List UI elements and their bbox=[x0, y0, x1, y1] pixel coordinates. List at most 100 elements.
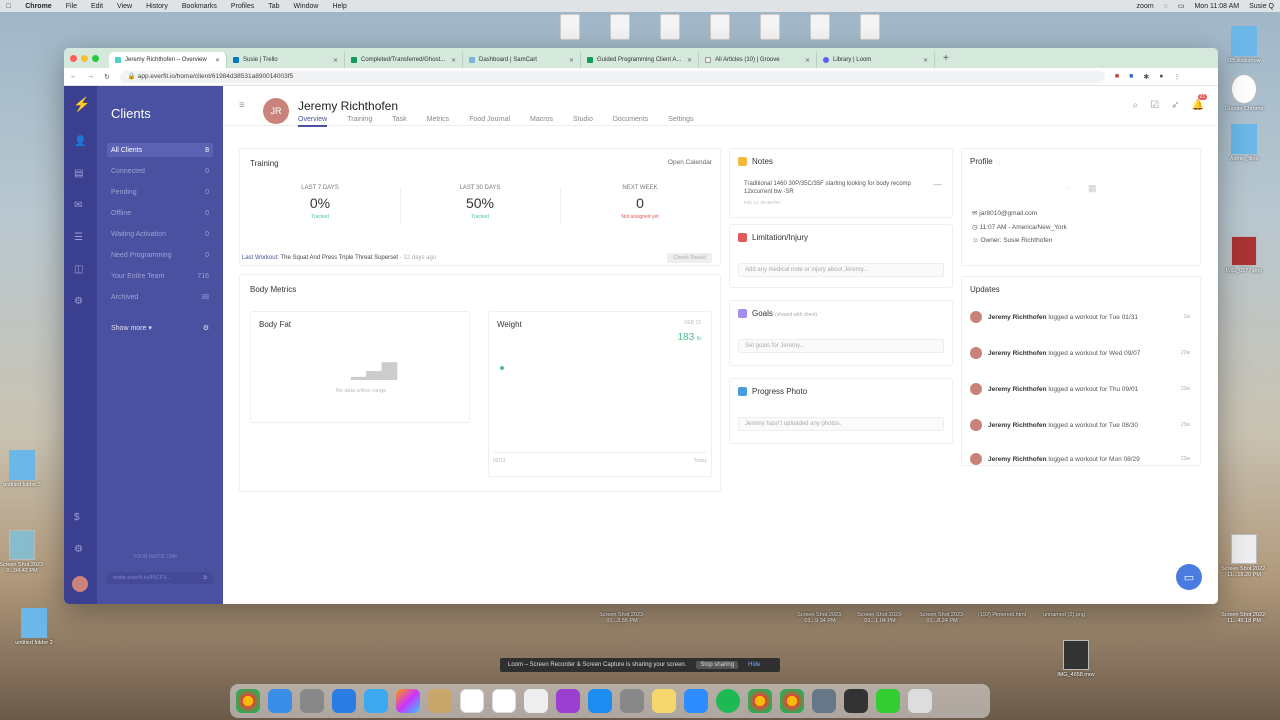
calendar-dock-icon[interactable] bbox=[460, 689, 484, 713]
everfit-logo-icon[interactable]: ⚡ bbox=[73, 96, 90, 112]
tab-macros[interactable]: Macros bbox=[530, 116, 553, 127]
desktop-file[interactable]: Admin_files bbox=[1214, 124, 1274, 162]
zoom-dock-icon[interactable] bbox=[684, 689, 708, 713]
desktop-file[interactable]: IMG_0577.png bbox=[1214, 236, 1274, 274]
rocket-icon[interactable]: ➶ bbox=[1171, 100, 1179, 111]
update-item[interactable]: Jeremy Richthofen logged a workout for T… bbox=[970, 383, 1190, 395]
sidebar-item-offline[interactable]: Offline 0 bbox=[107, 206, 213, 220]
limitation-input[interactable]: Add any medical note or injury about Jer… bbox=[738, 263, 944, 277]
menu-profiles[interactable]: Profiles bbox=[231, 3, 254, 10]
bell-icon[interactable]: 🔔 21 bbox=[1192, 94, 1208, 111]
open-calendar-link[interactable]: Open Calendar bbox=[668, 159, 712, 166]
update-item[interactable]: Jeremy Richthofen logged a workout for W… bbox=[970, 347, 1190, 359]
sidebar-item-pending[interactable]: Pending 0 bbox=[107, 185, 213, 199]
zoom-status[interactable]: zoom bbox=[1137, 3, 1154, 10]
url-input[interactable]: 🔒 app.everfit.io/home/client/61984d38531… bbox=[119, 70, 1105, 83]
sidebar-item-entire-team[interactable]: Your Entire Team 716 bbox=[107, 269, 213, 283]
photos-dock-icon[interactable] bbox=[396, 689, 420, 713]
weight-data-point[interactable] bbox=[500, 366, 504, 370]
invite-link-field[interactable]: invite.everfit.io/45CF9... ⧉ bbox=[107, 572, 213, 584]
note-text[interactable]: Traditional 1460 30P/35C/35F starting lo… bbox=[744, 180, 934, 197]
sidebar-item-all-clients[interactable]: All Clients 8 bbox=[107, 143, 213, 157]
desktop-file-icon[interactable] bbox=[610, 14, 630, 40]
profile-icon[interactable]: ● bbox=[1159, 73, 1163, 80]
show-more-button[interactable]: Show more ▾ ⚙ bbox=[107, 321, 213, 335]
library-icon[interactable]: ▤ bbox=[74, 168, 86, 179]
browser-tab[interactable]: All Articles (10) | Groove ✕ bbox=[699, 52, 817, 68]
close-tab-icon[interactable]: ✕ bbox=[569, 57, 574, 64]
browser-tab[interactable]: Susie | Trello ✕ bbox=[227, 52, 345, 68]
check-result-button[interactable]: Check Result bbox=[667, 253, 712, 263]
tab-task[interactable]: Task bbox=[392, 116, 406, 127]
reload-icon[interactable]: ↻ bbox=[104, 73, 110, 81]
sidebar-item-need-programming[interactable]: Need Programming 0 bbox=[107, 248, 213, 262]
tasks-icon[interactable]: ☰ bbox=[74, 232, 86, 243]
finder-dock-icon[interactable] bbox=[268, 689, 292, 713]
tab-metrics[interactable]: Metrics bbox=[427, 116, 450, 127]
weight-card[interactable]: Weight FEB 15 183 lb 02/13 Today bbox=[488, 311, 712, 477]
checklist-icon[interactable]: ☑ bbox=[1150, 100, 1159, 111]
menu-window[interactable]: Window bbox=[294, 3, 319, 10]
extension-icon[interactable]: ■ bbox=[1129, 73, 1133, 80]
tab-food-journal[interactable]: Food Journal bbox=[469, 116, 510, 127]
close-tab-icon[interactable]: ✕ bbox=[923, 57, 928, 64]
messages-dock-icon[interactable] bbox=[364, 689, 388, 713]
menu-help[interactable]: Help bbox=[332, 3, 346, 10]
stickies-dock-icon[interactable] bbox=[652, 689, 676, 713]
tab-settings[interactable]: Settings bbox=[668, 116, 693, 127]
desktop-file[interactable]: IMG_4658.mov bbox=[1046, 640, 1106, 678]
update-item[interactable]: Jeremy Richthofen logged a workout for M… bbox=[970, 453, 1190, 465]
inbox-icon[interactable]: ✉ bbox=[74, 200, 86, 211]
user-name[interactable]: Susie Q bbox=[1249, 3, 1274, 10]
app-dock-icon[interactable] bbox=[844, 689, 868, 713]
spotify-dock-icon[interactable] bbox=[716, 689, 740, 713]
desktop-file-icon[interactable] bbox=[760, 14, 780, 40]
tab-studio[interactable]: Studio bbox=[573, 116, 593, 127]
hamburger-icon[interactable]: ≡ bbox=[239, 100, 245, 111]
chrome-dock-icon[interactable] bbox=[236, 689, 260, 713]
hide-button[interactable]: Hide bbox=[748, 662, 760, 668]
edit-icon[interactable]: ▦ bbox=[1088, 183, 1097, 194]
maximize-window-button[interactable] bbox=[92, 54, 99, 62]
podcasts-dock-icon[interactable] bbox=[556, 689, 580, 713]
new-tab-button[interactable]: + bbox=[943, 53, 949, 64]
chat-icon[interactable]: ◌ bbox=[1066, 183, 1071, 193]
desktop-file-icon[interactable] bbox=[860, 14, 880, 40]
menu-view[interactable]: View bbox=[117, 3, 132, 10]
note-more-icon[interactable]: — bbox=[933, 179, 942, 189]
trash-dock-icon[interactable] bbox=[908, 689, 932, 713]
stop-sharing-button[interactable]: Stop sharing bbox=[696, 661, 739, 669]
desktop-file[interactable]: Screen Shot 2022-11...18.20 PM bbox=[1214, 534, 1274, 578]
contacts-dock-icon[interactable] bbox=[428, 689, 452, 713]
user-avatar[interactable] bbox=[72, 576, 88, 592]
browser-tab[interactable]: Completed/Transferred/Ghost... ✕ bbox=[345, 52, 463, 68]
close-tab-icon[interactable]: ✕ bbox=[805, 57, 810, 64]
billing-icon[interactable]: $ bbox=[74, 512, 86, 523]
clock[interactable]: Mon 11:08 AM bbox=[1194, 3, 1239, 10]
menu-history[interactable]: History bbox=[146, 3, 168, 10]
update-item[interactable]: Jeremy Richthofen logged a workout for T… bbox=[970, 311, 1190, 323]
update-item[interactable]: Jeremy Richthofen logged a workout for T… bbox=[970, 419, 1190, 431]
desktop-file[interactable]: Google Chrome bbox=[1214, 74, 1274, 112]
menu-edit[interactable]: Edit bbox=[91, 3, 103, 10]
close-tab-icon[interactable]: ✕ bbox=[215, 57, 220, 64]
sidebar-item-archived[interactable]: Archived 38 bbox=[107, 290, 213, 304]
browser-tab[interactable]: Jeremy Richthofen – Overview ✕ bbox=[109, 52, 227, 68]
tab-overview[interactable]: Overview bbox=[298, 116, 328, 127]
menu-chrome[interactable]: Chrome bbox=[25, 3, 51, 10]
close-tab-icon[interactable]: ✕ bbox=[333, 57, 338, 64]
extension-icon[interactable]: ■ bbox=[1115, 73, 1119, 80]
team-icon[interactable]: ⚙ bbox=[74, 544, 86, 555]
menu-bookmarks[interactable]: Bookmarks bbox=[182, 3, 217, 10]
safari-dock-icon[interactable] bbox=[332, 689, 356, 713]
studio-icon[interactable]: ◫ bbox=[74, 264, 86, 275]
preview-dock-icon[interactable] bbox=[812, 689, 836, 713]
desktop-file[interactable]: Screen Shot 2023-0...04.42 PM bbox=[0, 530, 52, 574]
puzzle-icon[interactable]: ✱ bbox=[1143, 73, 1149, 81]
browser-tab[interactable]: Library | Loom ✕ bbox=[817, 52, 935, 68]
menu-tab[interactable]: Tab bbox=[268, 3, 279, 10]
desktop-file[interactable]: DB slideshow bbox=[1214, 26, 1274, 64]
reminders-dock-icon[interactable] bbox=[492, 689, 516, 713]
apple-icon[interactable]:  bbox=[6, 3, 11, 10]
star-icon[interactable]: ☆ bbox=[995, 157, 1002, 166]
